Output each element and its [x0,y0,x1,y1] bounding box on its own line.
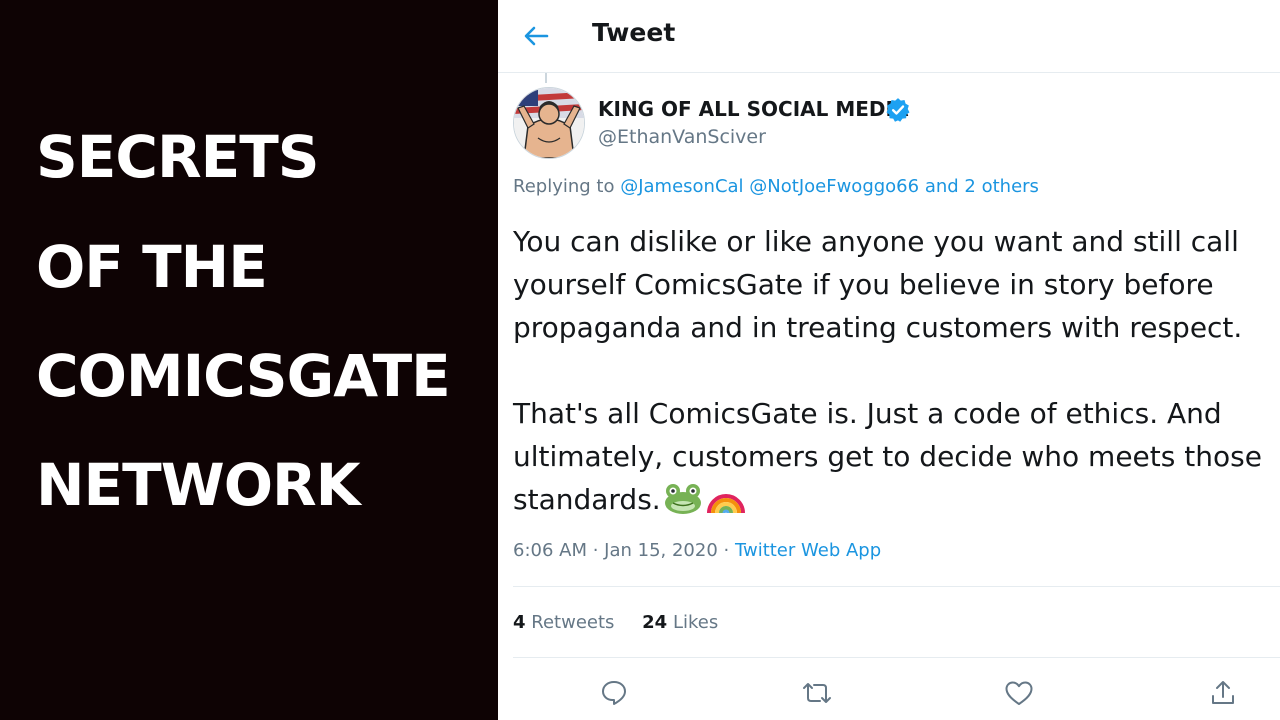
replying-to: Replying to @JamesonCal @NotJoeFwoggo66 … [513,176,1039,197]
mention-link[interactable]: @NotJoeFwoggo66 [749,176,919,197]
retweets-count: 4 [513,612,526,633]
verified-badge-icon [886,98,910,122]
tweet-text-last-line: standards. [513,478,1278,527]
likes-count: 24 [642,612,668,633]
tweet-text-line: propaganda and in treating customers wit… [513,311,1243,344]
video-title-line-2: OF THE [36,233,268,301]
tweet-text-line: ultimately, customers get to decide who … [513,440,1262,473]
tweet-metadata: 6:06 AM · Jan 15, 2020 · Twitter Web App [513,540,881,561]
share-icon [1212,681,1234,704]
thread-connector-line [545,73,547,83]
author-display-name[interactable]: KING OF ALL SOCIAL MEDIA [598,97,908,121]
page-title: Tweet [592,18,676,47]
others-link[interactable]: and 2 others [925,176,1039,197]
video-title-panel: SECRETS OF THE COMICSGATE NETWORK [0,0,498,720]
tweet-text-line: You can dislike or like anyone you want … [513,225,1239,258]
like-icon [1005,681,1033,705]
reply-icon [602,681,626,705]
likes-stat[interactable]: 24 Likes [642,612,718,633]
tweet-text-line: yourself ComicsGate if you believe in st… [513,268,1214,301]
tweet-text-line: standards. [513,483,661,516]
tweet-text-line: That's all ComicsGate is. Just a code of… [513,397,1222,430]
author-handle[interactable]: @EthanVanSciver [598,126,766,148]
retweet-icon [803,683,831,703]
avatar-image [514,88,584,158]
engagement-stats: 4 Retweets 24 Likes [513,612,718,633]
frog-emoji-icon [663,481,703,527]
arrow-left-icon [524,26,549,46]
back-button[interactable] [520,20,552,52]
share-button[interactable] [1206,676,1240,710]
divider [513,586,1280,587]
tweet-text: You can dislike or like anyone you want … [513,220,1278,527]
rainbow-emoji-icon [705,481,747,527]
tweet-panel: Tweet KING OF ALL SOCIAL MEDIA @EthanVan… [498,0,1280,720]
video-title-line-4: NETWORK [36,451,361,519]
avatar[interactable] [513,87,585,159]
video-title-line-3: COMICSGATE [36,342,451,410]
mention-link[interactable]: @JamesonCal [620,176,743,197]
like-button[interactable] [1002,676,1036,710]
retweets-label: Retweets [531,612,615,633]
source-link[interactable]: Twitter Web App [735,540,881,561]
tweet-header: Tweet [498,0,1280,73]
video-title-line-1: SECRETS [36,123,320,191]
timestamp[interactable]: 6:06 AM · Jan 15, 2020 · [513,540,735,561]
retweet-button[interactable] [800,676,834,710]
likes-label: Likes [672,612,719,633]
divider [513,657,1280,658]
retweets-stat[interactable]: 4 Retweets [513,612,614,633]
replying-prefix: Replying to [513,176,621,197]
reply-button[interactable] [597,676,631,710]
